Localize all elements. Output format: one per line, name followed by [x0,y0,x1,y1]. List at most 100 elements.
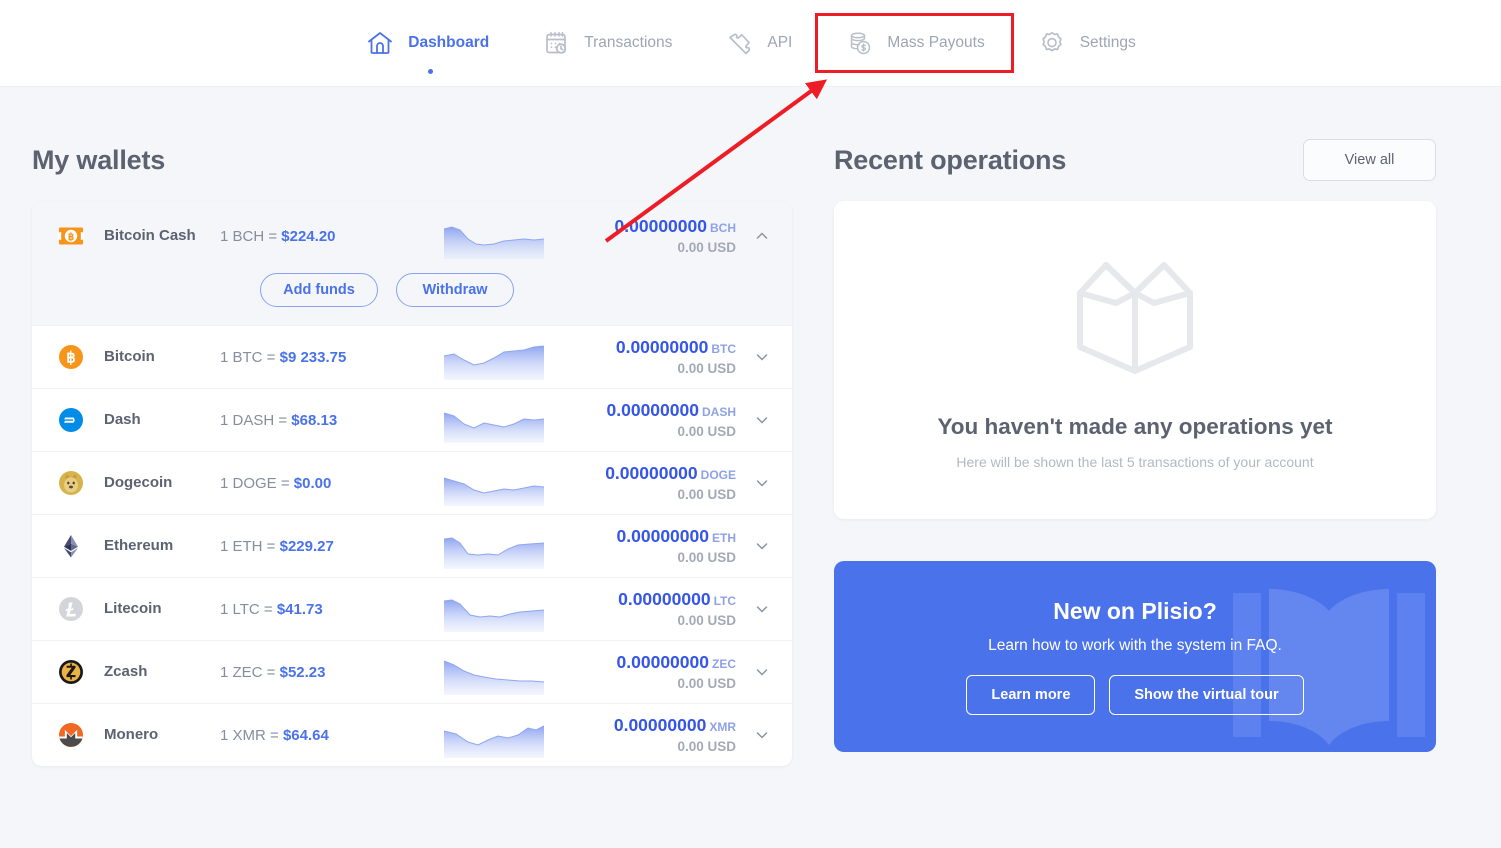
wallet-rate-prefix: 1 BCH = [220,227,278,245]
wallet-row-dogecoin[interactable]: Dogecoin 1 DOGE = $0.00 0.00000000DOGE [32,451,792,514]
coins-dollar-icon [844,28,874,58]
wallet-balance: 0.00000000 XMR 0.00 USD [566,715,736,756]
dash-icon [56,407,86,433]
show-virtual-tour-button[interactable]: Show the virtual tour [1109,675,1304,715]
add-funds-button[interactable]: Add funds [260,273,378,307]
sparkline-chart [443,523,545,569]
balance-amount: 0.00000000 XMR [613,714,736,735]
nav-item-settings[interactable]: Settings [1011,16,1162,70]
wallet-balance: 0.00000000 DOGE 0.00 USD [566,463,736,504]
chevron-down-icon[interactable] [736,601,770,617]
chevron-down-icon[interactable] [736,475,770,491]
active-indicator-dot [428,69,434,74]
nav-item-dashboard[interactable]: Dashboard [339,16,515,74]
wallet-name: Monero [104,726,159,744]
wallet-row-litecoin[interactable]: Litecoin 1 LTC = $41.73 0.00000000 LTC 0… [32,577,792,640]
sparkline-chart [443,649,545,695]
empty-state-subtitle: Here will be shown the last 5 transactio… [956,453,1314,470]
nav-item-mass-payouts[interactable]: Mass Payouts [815,13,1014,73]
chevron-up-icon[interactable] [736,228,770,244]
wallet-rate: 1 BCH = $224.20 [220,228,444,245]
bitcoin-cash-icon: ฿ [56,223,86,249]
nav-label-settings: Settings [1079,34,1136,51]
operations-column: Recent operations View all You haven't m… [834,87,1436,766]
svg-text:฿: ฿ [66,350,76,367]
balance-amount: 0.00000000 LTC [618,588,736,609]
puzzle-piece-icon [724,28,754,58]
open-box-icon [1060,251,1210,386]
balance-amount: 0.00000000 BCH [614,215,736,236]
sparkline-chart [443,213,545,259]
balance-ticker: LTC [713,593,736,608]
wallet-row-monero[interactable]: Monero 1 XMR = $64.64 0.00000000 XMR 0.0… [32,703,792,766]
wallet-rate-value: $224.20 [281,227,336,245]
chevron-down-icon[interactable] [736,349,770,365]
zcash-icon [56,659,86,685]
wallet-rate: 1 DOGE = $0.00 [220,475,444,492]
nav-label-mass-payouts: Mass Payouts [887,34,985,51]
wallet-row-bitcoin-cash[interactable]: ฿ Bitcoin Cash 1 BCH = $224.20 0.0000000… [32,201,792,325]
promo-card: New on Plisio? Learn how to work with th… [834,561,1436,752]
wallet-balance: 0.00000000 LTC 0.00 USD [566,589,736,630]
wallet-row-bitcoin[interactable]: ฿ Bitcoin 1 BTC = $9 233.75 0.00000000 B… [32,325,792,388]
wallet-balance: 0.00000000 ZEC 0.00 USD [566,652,736,693]
balance-usd: 0.00 USD [677,738,736,754]
wallet-row-dash[interactable]: Dash 1 DASH = $68.13 0.00000000 DASH 0.0… [32,388,792,451]
wallet-balance: 0.00000000 BTC 0.00 USD [566,337,736,378]
view-all-button[interactable]: View all [1303,139,1436,181]
wallet-rate-prefix: 1 DASH = [220,411,288,429]
nav-label-transactions: Transactions [584,34,673,51]
wallet-rate: 1 ETH = $229.27 [220,538,444,555]
wallet-rate-prefix: 1 XMR = [220,726,279,744]
sparkline-chart [443,397,545,443]
operations-header: Recent operations View all [834,87,1436,201]
nav-label-api: API [767,34,793,51]
balance-amount: 0.00000000 DOGE [605,462,736,483]
wallet-balance: 0.00000000 ETH 0.00 USD [566,526,736,567]
balance-ticker: DOGE [700,467,736,482]
wallet-row-zcash[interactable]: Zcash 1 ZEC = $52.23 0.00000000 ZEC 0.00… [32,640,792,703]
wallet-balance: 0.00000000 BCH 0.00 USD [566,216,736,257]
balance-ticker: BTC [711,341,736,356]
wallet-rate-value: $9 233.75 [279,348,347,366]
balance-usd: 0.00 USD [677,486,736,502]
chevron-down-icon[interactable] [736,727,770,743]
nav-item-api[interactable]: API [698,16,818,70]
wallet-rate-prefix: 1 ZEC = [220,663,276,681]
wallets-column: My wallets ฿ Bitcoin Cash 1 BCH = $224.2… [32,87,792,766]
bitcoin-icon: ฿ [56,344,86,370]
balance-usd: 0.00 USD [677,360,736,376]
wallet-rate-value: $68.13 [291,411,338,429]
top-navigation: Dashboard Transactions API Mass Payouts … [0,0,1501,87]
withdraw-button[interactable]: Withdraw [396,273,514,307]
balance-amount: 0.00000000 ZEC [616,651,736,672]
sparkline-chart [443,334,545,380]
promo-title: New on Plisio? [1053,598,1217,624]
balance-usd: 0.00 USD [677,675,736,691]
balance-amount: 0.00000000 ETH [616,525,736,546]
calendar-clock-icon [541,28,571,58]
balance-usd: 0.00 USD [677,239,736,255]
wallet-actions: Add funds Withdraw [56,273,770,307]
chevron-down-icon[interactable] [736,538,770,554]
gear-icon [1037,28,1067,58]
nav-item-transactions[interactable]: Transactions [515,16,698,70]
balance-ticker: BCH [710,220,736,235]
wallet-rate: 1 ZEC = $52.23 [220,664,444,681]
wallets-header: My wallets [32,87,792,201]
wallet-rate-value: $52.23 [279,663,326,681]
wallet-name: Bitcoin Cash [104,227,196,245]
wallet-rate-value: $64.64 [282,726,329,744]
empty-state-title: You haven't made any operations yet [937,413,1333,439]
monero-icon [56,722,86,748]
wallet-row-ethereum[interactable]: Ethereum 1 ETH = $229.27 0.00000000ETH [32,514,792,577]
balance-amount: 0.00000000 BTC [615,336,736,357]
chevron-down-icon[interactable] [736,664,770,680]
recent-operations-empty-state: You haven't made any operations yet Here… [834,201,1436,519]
wallet-name: Litecoin [104,600,162,618]
balance-ticker: DASH [701,404,736,419]
learn-more-button[interactable]: Learn more [966,675,1096,715]
promo-actions: Learn more Show the virtual tour [966,675,1304,715]
balance-usd: 0.00 USD [677,612,736,628]
chevron-down-icon[interactable] [736,412,770,428]
